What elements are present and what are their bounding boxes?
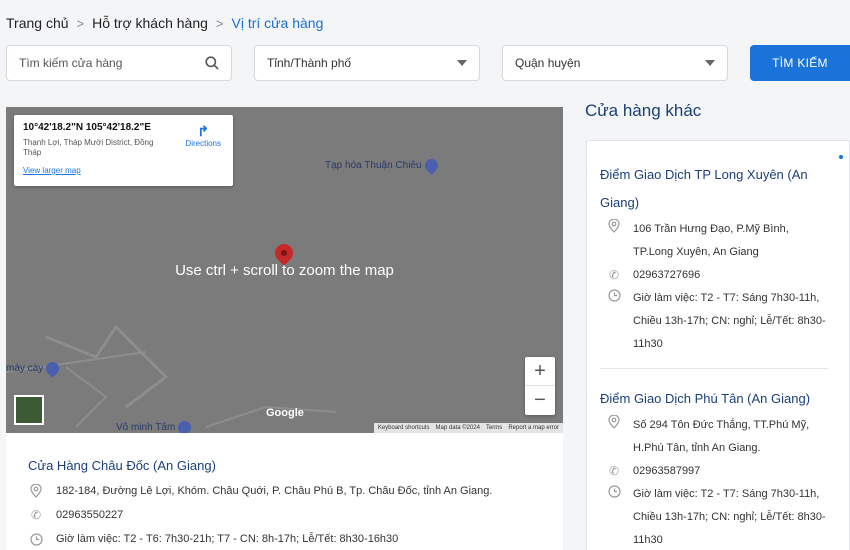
clock-icon bbox=[606, 483, 622, 550]
other-store-name[interactable]: Điểm Giao Dịch Phú Tân (An Giang) bbox=[600, 385, 828, 413]
map-poi[interactable]: máy cày bbox=[6, 359, 62, 378]
breadcrumb-home[interactable]: Trang chủ bbox=[6, 15, 69, 31]
other-store-phone-row: ✆ 02963727696 bbox=[600, 264, 828, 287]
poi-label: Võ minh Tâm bbox=[116, 422, 176, 433]
zoom-out-button[interactable]: − bbox=[525, 386, 555, 415]
zoom-in-button[interactable]: + bbox=[525, 357, 555, 386]
other-store-name[interactable]: Điểm Giao Dịch TP Long Xuyên (An Giang) bbox=[600, 161, 828, 217]
map-pin-icon bbox=[421, 156, 441, 175]
report-error-link[interactable]: Report a map error bbox=[508, 425, 559, 431]
map-poi[interactable]: Võ minh Tâm bbox=[116, 418, 194, 433]
poi-label: Tạp hóa Thuận Chiêu bbox=[325, 160, 422, 171]
chevron-down-icon bbox=[457, 60, 467, 66]
other-stores-list[interactable]: Điểm Giao Dịch TP Long Xuyên (An Giang) … bbox=[586, 140, 850, 550]
scrollbar-thumb[interactable] bbox=[839, 155, 843, 159]
store-name[interactable]: Cửa Hàng Châu Đốc (An Giang) bbox=[28, 458, 541, 473]
location-icon bbox=[28, 483, 44, 499]
keyboard-shortcuts-link[interactable]: Keyboard shortcuts bbox=[378, 425, 430, 431]
directions-label: Directions bbox=[185, 139, 221, 148]
clock-icon bbox=[606, 287, 622, 356]
store-phone-row: ✆ 02963550227 bbox=[28, 507, 541, 523]
location-icon bbox=[606, 414, 622, 460]
store-map[interactable]: 10°42'18.2"N 105°42'18.2"E Thạnh Lợi, Th… bbox=[6, 107, 563, 433]
other-store-phone[interactable]: 02963727696 bbox=[633, 264, 700, 287]
map-address: Thạnh Lợi, Tháp Mười District, Đồng Tháp bbox=[23, 138, 154, 157]
breadcrumb-current: Vị trí cửa hàng bbox=[231, 15, 324, 31]
other-store-address: 106 Trần Hưng Đạo, P.Mỹ Bình, TP.Long Xu… bbox=[633, 223, 789, 258]
phone-icon: ✆ bbox=[608, 464, 620, 478]
poi-label: máy cày bbox=[6, 363, 44, 374]
other-store-address-row: 106 Trần Hưng Đạo, P.Mỹ Bình, TP.Long Xu… bbox=[600, 218, 828, 264]
other-stores-title: Cửa hàng khác bbox=[585, 101, 702, 120]
list-item[interactable]: Điểm Giao Dịch Phú Tân (An Giang) Số 294… bbox=[600, 385, 828, 550]
other-store-address: Số 294 Tôn Đức Thắng, TT.Phú Mỹ, H.Phú T… bbox=[633, 419, 810, 454]
list-item[interactable]: Điểm Giao Dịch TP Long Xuyên (An Giang) … bbox=[600, 161, 828, 369]
location-icon bbox=[606, 218, 622, 264]
phone-icon: ✆ bbox=[30, 508, 42, 522]
map-data-text: Map data ©2024 bbox=[435, 425, 480, 431]
other-store-address-row: Số 294 Tôn Đức Thắng, TT.Phú Mỹ, H.Phú T… bbox=[600, 414, 828, 460]
store-phone[interactable]: 02963550227 bbox=[56, 509, 123, 521]
terms-link[interactable]: Terms bbox=[486, 425, 502, 431]
other-store-phone[interactable]: 02963587997 bbox=[633, 460, 700, 483]
breadcrumb: Trang chủ > Hỗ trợ khách hàng > Vị trí c… bbox=[6, 15, 323, 31]
other-store-hours: Giờ làm việc: T2 - T7: Sáng 7h30-11h, Ch… bbox=[633, 488, 826, 546]
store-address: 182-184, Đường Lê Lợi, Khóm. Châu Quới, … bbox=[56, 485, 493, 497]
search-button[interactable]: TÌM KIẾM bbox=[750, 45, 850, 81]
chevron-right-icon: > bbox=[76, 15, 85, 31]
city-select-value: Tỉnh/Thành phố bbox=[267, 56, 352, 70]
search-icon[interactable] bbox=[205, 56, 219, 70]
store-hours: Giờ làm việc: T2 - T6: 7h30-21h; T7 - CN… bbox=[56, 533, 399, 545]
chevron-down-icon bbox=[705, 60, 715, 66]
phone-icon: ✆ bbox=[608, 268, 620, 282]
city-select[interactable]: Tỉnh/Thành phố bbox=[254, 45, 480, 81]
map-zoom-hint: Use ctrl + scroll to zoom the map bbox=[175, 262, 394, 279]
map-pin-icon bbox=[175, 418, 194, 433]
directions-icon: ↱ bbox=[197, 123, 210, 139]
satellite-toggle[interactable] bbox=[14, 395, 44, 425]
map-pin-icon bbox=[43, 359, 62, 378]
district-select-value: Quận huyện bbox=[515, 56, 581, 70]
directions-button[interactable]: ↱ Directions bbox=[185, 123, 221, 148]
store-hours-row: Giờ làm việc: T2 - T6: 7h30-21h; T7 - CN… bbox=[28, 531, 541, 547]
clock-icon bbox=[28, 531, 44, 547]
breadcrumb-support[interactable]: Hỗ trợ khách hàng bbox=[92, 15, 208, 31]
view-larger-map-link[interactable]: View larger map bbox=[23, 166, 224, 175]
map-zoom-control: + − bbox=[525, 357, 555, 415]
map-footer: Keyboard shortcuts Map data ©2024 Terms … bbox=[373, 423, 563, 433]
other-store-hours-row: Giờ làm việc: T2 - T7: Sáng 7h30-11h, Ch… bbox=[600, 287, 828, 356]
google-logo: Google bbox=[266, 407, 304, 419]
other-store-phone-row: ✆ 02963587997 bbox=[600, 460, 828, 483]
store-address-row: 182-184, Đường Lê Lợi, Khóm. Châu Quới, … bbox=[28, 483, 541, 499]
store-search-field[interactable] bbox=[6, 45, 232, 81]
map-info-card: 10°42'18.2"N 105°42'18.2"E Thạnh Lợi, Th… bbox=[14, 115, 233, 186]
district-select[interactable]: Quận huyện bbox=[502, 45, 728, 81]
map-poi[interactable]: Tạp hóa Thuận Chiêu bbox=[325, 156, 441, 175]
store-search-input[interactable] bbox=[19, 56, 205, 70]
chevron-right-icon: > bbox=[215, 15, 224, 31]
other-store-hours: Giờ làm việc: T2 - T7: Sáng 7h30-11h, Ch… bbox=[633, 292, 826, 350]
other-store-hours-row: Giờ làm việc: T2 - T7: Sáng 7h30-11h, Ch… bbox=[600, 483, 828, 550]
store-detail-card: Cửa Hàng Châu Đốc (An Giang) 182-184, Đư… bbox=[6, 433, 563, 550]
